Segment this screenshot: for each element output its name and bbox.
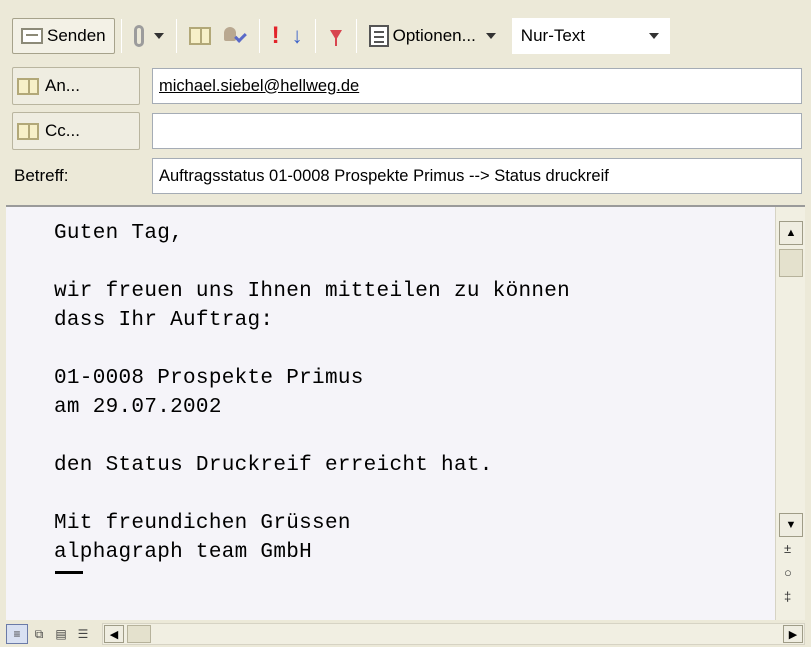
toolbar-separator — [258, 19, 260, 53]
message-compose-window: Senden ! ↓ Optionen... Nur-Text An... mi… — [0, 0, 811, 647]
subject-row: Betreff: Auftragsstatus 01-0008 Prospekt… — [12, 157, 802, 195]
send-button-label: Senden — [47, 26, 106, 45]
toolbar: Senden ! ↓ Optionen... Nur-Text — [12, 10, 802, 62]
flag-icon — [328, 26, 344, 46]
toolbar-separator — [355, 19, 357, 53]
send-button[interactable]: Senden — [12, 18, 115, 54]
next-object-button[interactable]: ‡ — [784, 589, 791, 604]
address-book-icon — [17, 77, 39, 95]
to-recipient[interactable]: michael.siebel@hellweg.de — [159, 77, 359, 96]
message-format-select[interactable]: Nur-Text — [511, 18, 670, 54]
scroll-up-button[interactable]: ▲ — [779, 221, 803, 245]
check-names-button[interactable] — [217, 16, 253, 56]
status-bar: ≡ ⧉ ▤ ☰ ◀ ▶ — [6, 621, 805, 647]
importance-high-button[interactable]: ! — [266, 16, 286, 56]
normal-view-button[interactable]: ≡ — [6, 624, 28, 644]
options-icon — [368, 25, 389, 47]
options-button-label: Optionen... — [392, 26, 476, 45]
message-body-line: alphagraph team GmbH — [54, 541, 313, 564]
to-row: An... michael.siebel@hellweg.de — [12, 67, 802, 105]
previous-object-button[interactable]: ± — [784, 541, 791, 556]
chevron-down-icon[interactable] — [485, 33, 496, 39]
options-button[interactable]: Optionen... — [363, 16, 502, 56]
text-cursor — [55, 571, 83, 574]
message-body-line: wir freuen uns Ihnen mitteilen zu können — [54, 280, 571, 303]
message-body-line — [54, 335, 570, 364]
check-names-icon — [223, 25, 247, 47]
message-body-line — [54, 248, 570, 277]
cc-field[interactable] — [152, 113, 802, 149]
message-body-editor[interactable]: Guten Tag, wir freuen uns Ihnen mitteile… — [6, 205, 805, 620]
message-body-line — [54, 480, 570, 509]
chevron-down-icon — [648, 33, 659, 39]
horizontal-scroll-thumb[interactable] — [127, 625, 151, 643]
message-body-line: Guten Tag, — [54, 222, 184, 245]
message-format-value: Nur-Text — [520, 26, 586, 45]
toolbar-separator — [120, 19, 122, 53]
message-body-line: Mit freundichen Grüssen — [54, 512, 351, 535]
to-field[interactable]: michael.siebel@hellweg.de — [152, 68, 802, 104]
to-label: An... — [45, 76, 80, 95]
chevron-down-icon[interactable] — [153, 33, 164, 39]
message-body-text[interactable]: Guten Tag, wir freuen uns Ihnen mitteile… — [54, 219, 570, 567]
select-browse-object-button[interactable]: ○ — [784, 565, 792, 580]
cc-label: Cc... — [45, 121, 80, 140]
importance-high-icon: ! — [271, 22, 280, 49]
toolbar-separator — [314, 19, 316, 53]
scroll-right-button[interactable]: ▶ — [783, 625, 803, 643]
message-body-line — [54, 422, 570, 451]
message-body-line: 01-0008 Prospekte Primus — [54, 367, 364, 390]
subject-label: Betreff: — [14, 166, 69, 185]
importance-low-button[interactable]: ↓ — [286, 16, 309, 56]
horizontal-scrollbar[interactable]: ◀ ▶ — [102, 623, 805, 645]
toolbar-separator — [175, 19, 177, 53]
subject-field[interactable]: Auftragsstatus 01-0008 Prospekte Primus … — [152, 158, 802, 194]
cc-button[interactable]: Cc... — [12, 112, 140, 150]
outline-view-button[interactable]: ☰ — [72, 624, 94, 644]
scroll-left-button[interactable]: ◀ — [104, 625, 124, 643]
subject-value: Auftragsstatus 01-0008 Prospekte Primus … — [159, 166, 609, 185]
importance-low-icon: ↓ — [291, 23, 303, 48]
web-layout-view-button[interactable]: ⧉ — [28, 624, 50, 644]
print-layout-view-button[interactable]: ▤ — [50, 624, 72, 644]
message-body-line: am 29.07.2002 — [54, 396, 222, 419]
message-body-line: dass Ihr Auftrag: — [54, 309, 274, 332]
paperclip-icon — [133, 25, 144, 47]
to-button[interactable]: An... — [12, 67, 140, 105]
address-book-button[interactable] — [183, 16, 217, 56]
attach-button[interactable] — [128, 16, 170, 56]
scroll-thumb[interactable] — [779, 249, 803, 277]
envelope-icon — [21, 28, 43, 44]
cc-row: Cc... — [12, 112, 802, 150]
message-body-line: den Status Druckreif erreicht hat. — [54, 454, 493, 477]
flag-button[interactable] — [322, 16, 350, 56]
address-book-icon — [17, 122, 39, 140]
vertical-scrollbar[interactable]: ▲ ▼ ± ○ ‡ — [775, 207, 805, 620]
scroll-down-button[interactable]: ▼ — [779, 513, 803, 537]
address-book-icon — [188, 27, 211, 45]
